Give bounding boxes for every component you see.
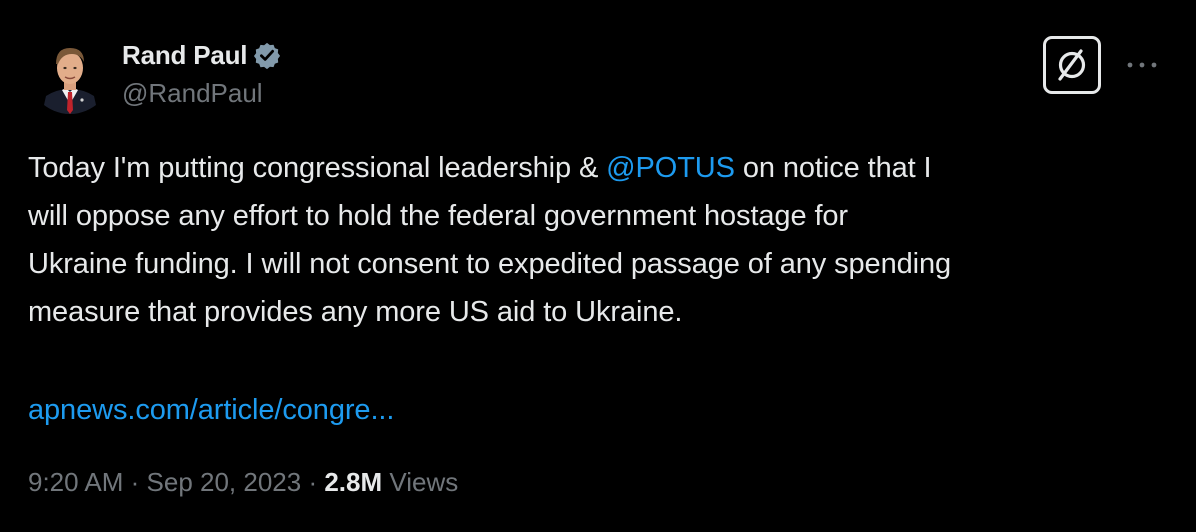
verified-badge-icon[interactable] [253, 41, 281, 70]
tweet-text-start: Today I'm putting congressional leadersh… [28, 152, 607, 184]
more-icon [1127, 62, 1157, 68]
name-row: Rand Paul [122, 38, 281, 72]
avatar-image [28, 30, 112, 114]
article-link[interactable]: apnews.com/article/congre... [28, 386, 394, 434]
mention-link[interactable]: @POTUS [606, 152, 735, 184]
author-display-name[interactable]: Rand Paul [122, 40, 248, 71]
tweet: Rand Paul @RandPaul Today I'm putting co… [0, 0, 1196, 532]
author-handle[interactable]: @RandPaul [122, 78, 281, 109]
more-button[interactable] [1122, 50, 1162, 80]
meta-separator: · [123, 467, 147, 497]
avatar[interactable] [28, 30, 112, 114]
tweet-meta: 9:20 AM · Sep 20, 2023 · 2.8M Views [28, 462, 458, 502]
tweet-time[interactable]: 9:20 AM [28, 467, 123, 497]
grok-icon [1058, 49, 1086, 81]
views-count[interactable]: 2.8M [324, 467, 382, 497]
tweet-date[interactable]: Sep 20, 2023 [147, 467, 302, 497]
author-info: Rand Paul @RandPaul [122, 38, 281, 109]
views-label: Views [382, 467, 459, 497]
tweet-text: Today I'm putting congressional leadersh… [28, 144, 1168, 336]
meta-separator: · [301, 467, 325, 497]
grok-button[interactable] [1043, 36, 1101, 94]
